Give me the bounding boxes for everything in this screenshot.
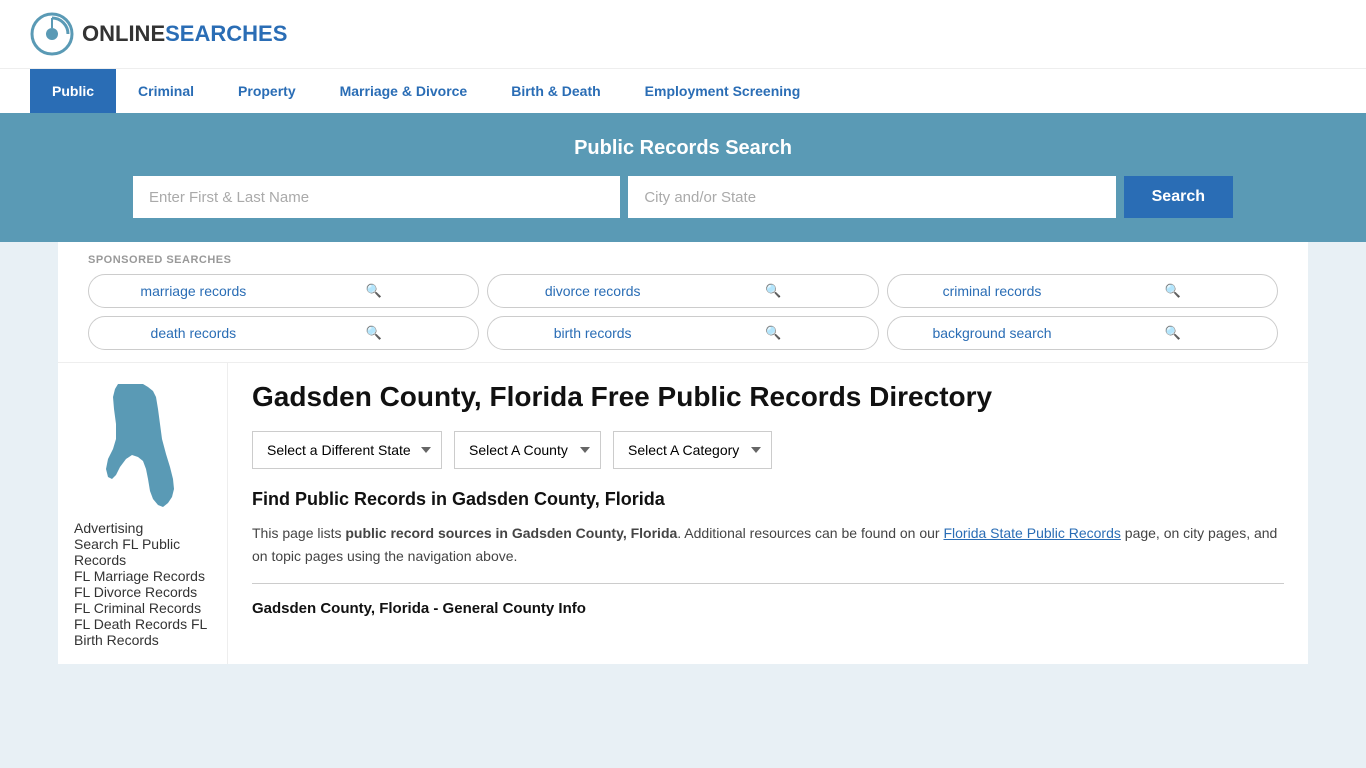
search-icon-6: 🔍 bbox=[1082, 325, 1263, 341]
state-dropdown[interactable]: Select a Different State bbox=[252, 431, 442, 469]
find-records-text: This page lists public record sources in… bbox=[252, 522, 1284, 567]
search-banner: Public Records Search Search bbox=[0, 113, 1366, 242]
sidebar-link-divorce[interactable]: FL Divorce Records bbox=[74, 584, 197, 600]
pill-criminal[interactable]: criminal records 🔍 bbox=[887, 274, 1278, 308]
nav-property[interactable]: Property bbox=[216, 69, 318, 113]
advertising-label: Advertising bbox=[74, 520, 211, 536]
pill-marriage[interactable]: marriage records 🔍 bbox=[88, 274, 479, 308]
search-icon-2: 🔍 bbox=[683, 283, 864, 299]
search-icon-1: 🔍 bbox=[284, 283, 465, 299]
pill-birth-label: birth records bbox=[502, 325, 683, 341]
nav-employment[interactable]: Employment Screening bbox=[623, 69, 823, 113]
search-button[interactable]: Search bbox=[1124, 176, 1233, 218]
pill-criminal-label: criminal records bbox=[902, 283, 1083, 299]
logo-searches: SEARCHES bbox=[165, 21, 287, 46]
page-title: Gadsden County, Florida Free Public Reco… bbox=[252, 379, 1284, 415]
ad-button[interactable]: Search FL Public Records bbox=[74, 536, 211, 568]
search-banner-title: Public Records Search bbox=[30, 137, 1336, 160]
sponsored-section: SPONSORED SEARCHES marriage records 🔍 di… bbox=[58, 242, 1308, 363]
name-input[interactable] bbox=[133, 176, 620, 218]
find-text-1: This page lists bbox=[252, 525, 345, 541]
sponsored-label: SPONSORED SEARCHES bbox=[88, 254, 1278, 266]
sidebar-link-death[interactable]: FL Death Records bbox=[74, 616, 187, 632]
pill-marriage-label: marriage records bbox=[103, 283, 284, 299]
pill-divorce-label: divorce records bbox=[502, 283, 683, 299]
search-icon-3: 🔍 bbox=[1082, 283, 1263, 299]
category-dropdown[interactable]: Select A Category bbox=[613, 431, 772, 469]
nav-public[interactable]: Public bbox=[30, 69, 116, 113]
main-content: Gadsden County, Florida Free Public Reco… bbox=[228, 363, 1308, 664]
header: ONLINESEARCHES bbox=[0, 0, 1366, 68]
main-nav: Public Criminal Property Marriage & Divo… bbox=[0, 68, 1366, 113]
logo-text: ONLINESEARCHES bbox=[82, 21, 287, 47]
search-icon-5: 🔍 bbox=[683, 325, 864, 341]
search-pills: marriage records 🔍 divorce records 🔍 cri… bbox=[88, 274, 1278, 350]
search-form: Search bbox=[133, 176, 1233, 218]
find-link[interactable]: Florida State Public Records bbox=[943, 525, 1120, 541]
sidebar-link-criminal[interactable]: FL Criminal Records bbox=[74, 600, 201, 616]
pill-birth[interactable]: birth records 🔍 bbox=[487, 316, 878, 350]
search-icon-4: 🔍 bbox=[284, 325, 465, 341]
pill-death[interactable]: death records 🔍 bbox=[88, 316, 479, 350]
pill-divorce[interactable]: divorce records 🔍 bbox=[487, 274, 878, 308]
sidebar: Advertising Search FL Public Records FL … bbox=[58, 363, 228, 664]
pill-background-label: background search bbox=[902, 325, 1083, 341]
nav-criminal[interactable]: Criminal bbox=[116, 69, 216, 113]
content-divider bbox=[252, 583, 1284, 584]
content-area: Advertising Search FL Public Records FL … bbox=[58, 363, 1308, 664]
find-records-title: Find Public Records in Gadsden County, F… bbox=[252, 489, 1284, 510]
nav-marriage-divorce[interactable]: Marriage & Divorce bbox=[318, 69, 490, 113]
pill-death-label: death records bbox=[103, 325, 284, 341]
county-dropdown[interactable]: Select A County bbox=[454, 431, 601, 469]
general-info-title: Gadsden County, Florida - General County… bbox=[252, 600, 1284, 617]
logo: ONLINESEARCHES bbox=[30, 12, 287, 56]
dropdowns-row: Select a Different State Select A County… bbox=[252, 431, 1284, 469]
city-input[interactable] bbox=[628, 176, 1115, 218]
logo-online: ONLINE bbox=[82, 21, 165, 46]
pill-background[interactable]: background search 🔍 bbox=[887, 316, 1278, 350]
find-text-2: . Additional resources can be found on o… bbox=[677, 525, 943, 541]
sidebar-link-marriage[interactable]: FL Marriage Records bbox=[74, 568, 205, 584]
florida-map-container bbox=[74, 379, 211, 512]
logo-icon bbox=[30, 12, 74, 56]
nav-birth-death[interactable]: Birth & Death bbox=[489, 69, 622, 113]
florida-map bbox=[88, 379, 198, 509]
find-text-bold: public record sources in Gadsden County,… bbox=[345, 525, 677, 541]
